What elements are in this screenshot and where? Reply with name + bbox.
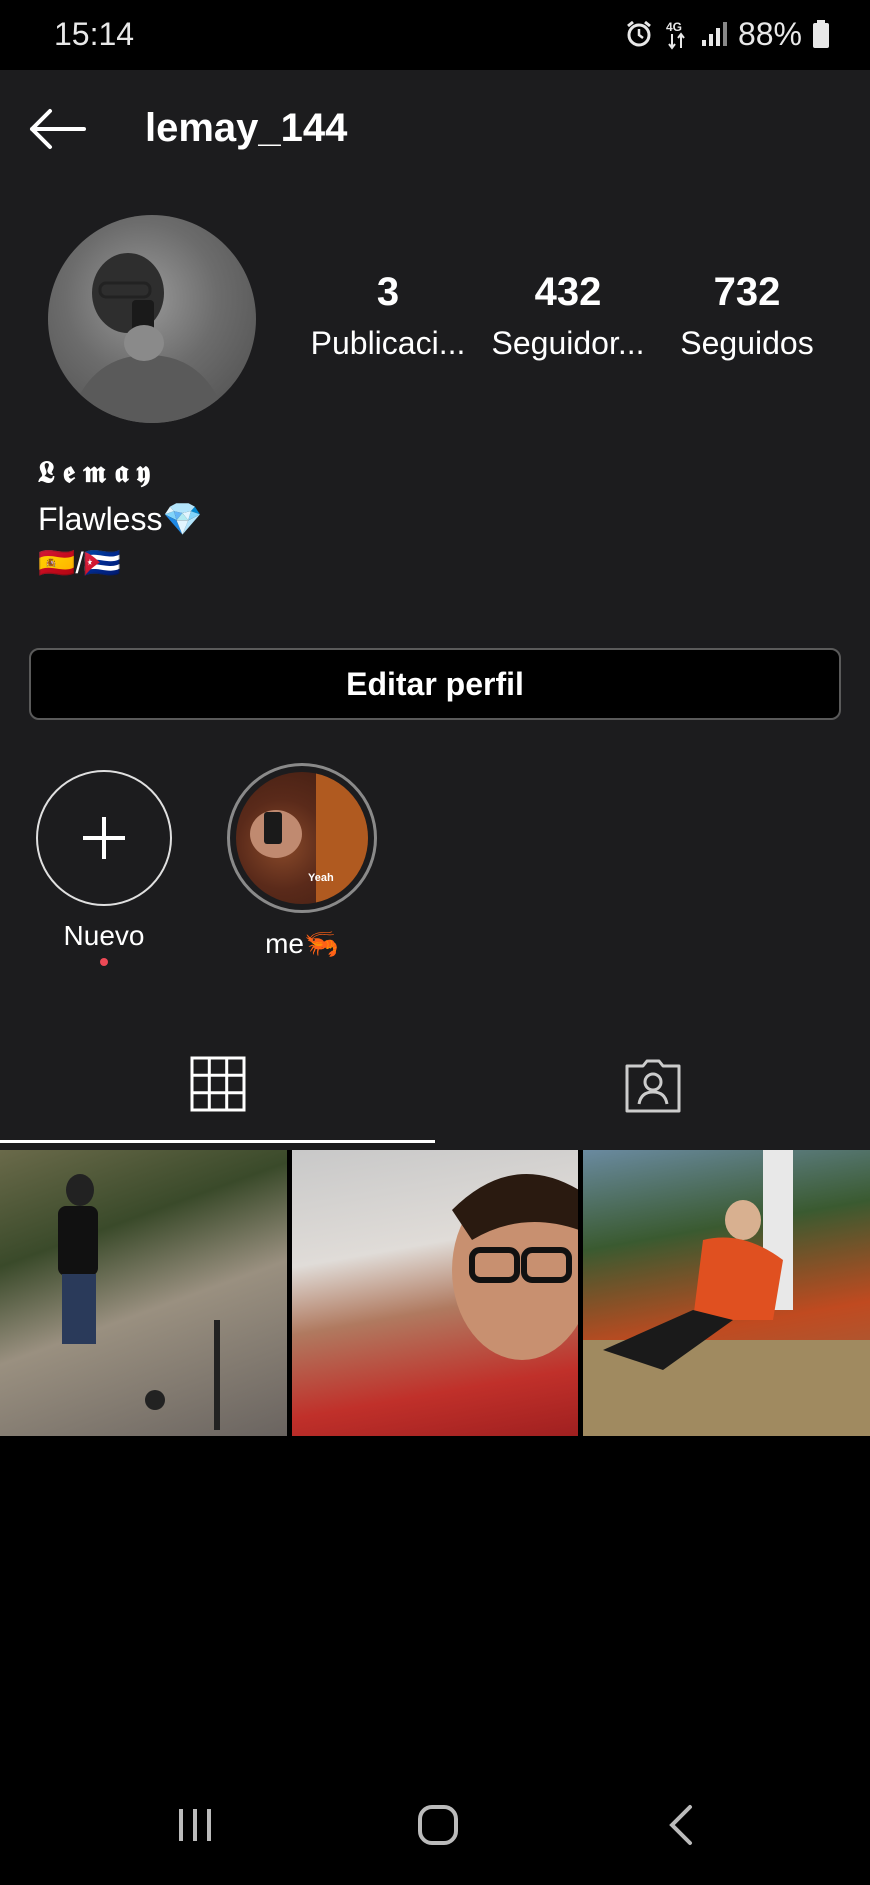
tagged-icon: [625, 1059, 680, 1112]
tab-posts-grid[interactable]: [0, 1028, 435, 1143]
profile-tabs: [0, 1028, 870, 1143]
recents-button[interactable]: [165, 1800, 225, 1850]
posts-grid: [0, 1150, 870, 1436]
bio-display-name: 𝕷𝖊𝖒𝖆𝖞: [38, 455, 159, 490]
following-count: 732: [713, 270, 781, 314]
status-time: 15:14: [54, 16, 135, 52]
highlight-label: Nuevo: [63, 920, 145, 951]
arrow-left-icon: [30, 109, 86, 149]
network-4g-icon: 4G: [664, 18, 690, 50]
followers-label: Seguidor...: [491, 325, 645, 361]
chevron-left-icon: [669, 1805, 692, 1845]
posts-label: Publicaci...: [310, 325, 466, 361]
highlight-photo: [250, 772, 368, 904]
back-button[interactable]: [26, 104, 88, 154]
bio-text: Flawless💎: [38, 501, 203, 537]
profile-bio: 𝕷𝖊𝖒𝖆𝖞 Flawless💎 🇪🇸/🇨🇺: [38, 455, 202, 581]
post-thumbnail[interactable]: [583, 1150, 870, 1436]
grid-icon: [190, 1056, 245, 1112]
home-button[interactable]: [408, 1800, 468, 1850]
highlight-caption: Yeah: [308, 872, 334, 884]
profile-username: lemay_144: [145, 106, 348, 150]
avatar-photo: [68, 253, 228, 423]
battery-icon: [812, 20, 830, 48]
home-icon: [418, 1805, 458, 1845]
signal-icon: [700, 20, 728, 48]
highlight-me[interactable]: Yeah me🦐: [227, 763, 377, 960]
status-icons: 4G 88%: [624, 14, 830, 54]
highlight-ring: Yeah: [227, 763, 377, 913]
status-bar: 15:14 4G 88%: [0, 0, 870, 70]
followers-count: 432: [534, 270, 602, 314]
followers-stat[interactable]: 432 Seguidor...: [483, 270, 653, 362]
svg-text:4G: 4G: [666, 20, 682, 34]
post-photo: [451, 1174, 579, 1360]
tab-tagged[interactable]: [435, 1028, 870, 1143]
edit-profile-button[interactable]: Editar perfil: [29, 648, 841, 720]
following-stat[interactable]: 732 Seguidos: [662, 270, 832, 362]
post-thumbnail[interactable]: [291, 1150, 579, 1436]
following-label: Seguidos: [680, 325, 814, 361]
new-highlight-circle: [36, 770, 172, 906]
posts-stat[interactable]: 3 Publicaci...: [303, 270, 473, 362]
post-photo: [58, 1174, 220, 1430]
system-back-button[interactable]: [652, 1800, 712, 1850]
profile-avatar[interactable]: [48, 215, 256, 423]
highlight-new[interactable]: Nuevo: [29, 770, 179, 966]
plus-icon: [83, 817, 125, 859]
recents-icon: [179, 1809, 211, 1841]
bio-flags: 🇪🇸/🇨🇺: [38, 547, 122, 580]
notification-dot: [100, 958, 108, 966]
profile-header: lemay_144: [0, 70, 870, 185]
posts-count: 3: [376, 270, 400, 314]
post-photo: [583, 1150, 870, 1436]
post-thumbnail[interactable]: [0, 1150, 287, 1436]
highlight-cover: Yeah: [236, 772, 368, 904]
system-nav-bar: [0, 1760, 870, 1885]
alarm-icon: [624, 19, 654, 49]
battery-percent: 88%: [737, 15, 802, 52]
highlight-label: me🦐: [265, 928, 339, 959]
profile-screen: lemay_144 3 Publicaci... 432 Seguidor...…: [0, 70, 870, 1150]
